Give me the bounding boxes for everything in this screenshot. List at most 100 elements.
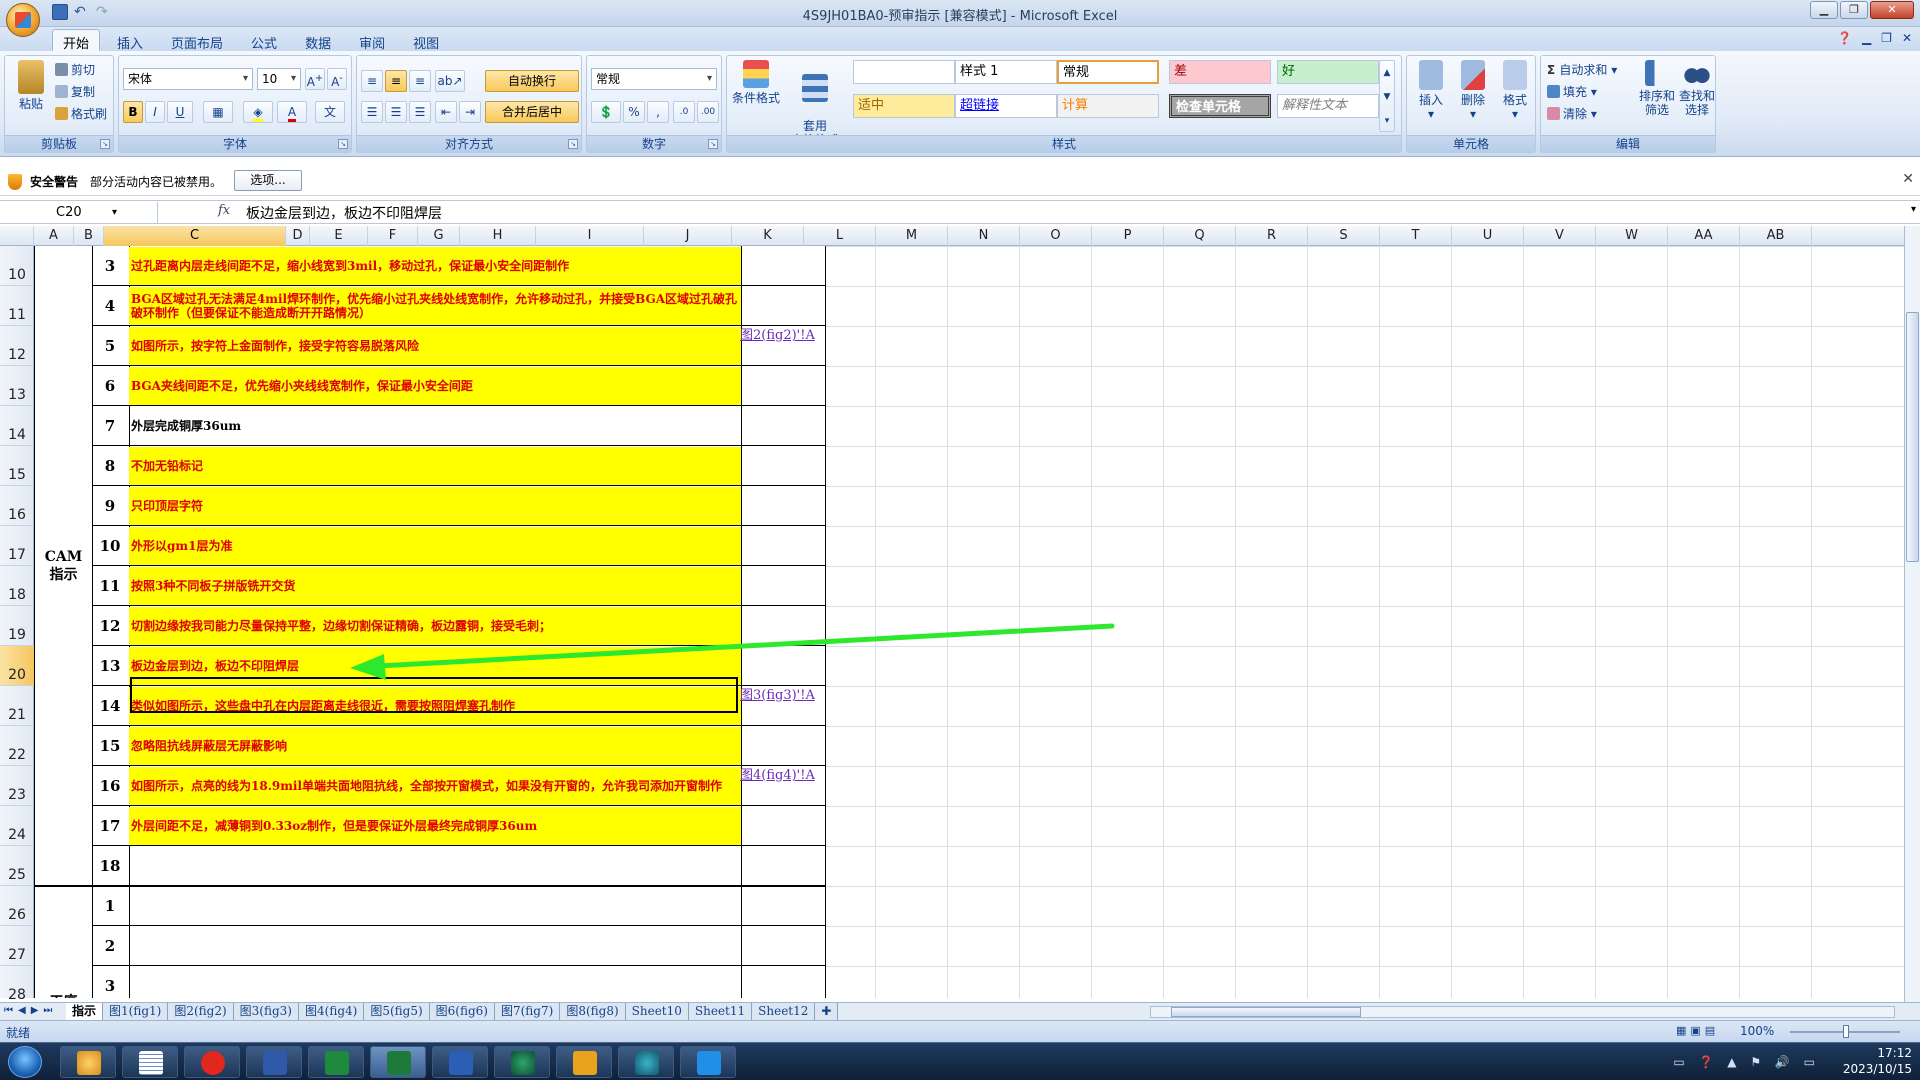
item-description[interactable]: 只印顶层字符 bbox=[129, 487, 741, 525]
column-header-B[interactable]: B bbox=[74, 226, 104, 246]
grow-font-button[interactable]: A+ bbox=[305, 68, 325, 90]
insert-sheet-icon[interactable]: ✚ bbox=[815, 1003, 839, 1020]
format-cells-button[interactable]: 格式 ▾ bbox=[1495, 60, 1535, 121]
sheet-tab-6[interactable]: 图6(fig6) bbox=[429, 1003, 495, 1020]
sheet-tab-11[interactable]: Sheet12 bbox=[752, 1003, 816, 1020]
row-header-11[interactable]: 11 bbox=[0, 286, 34, 326]
cell-style-5[interactable]: 适中 bbox=[853, 94, 955, 118]
sheet-tab-0[interactable]: 指示 bbox=[66, 1003, 104, 1020]
item-description[interactable]: 板边金层到边，板边不印阻焊层 bbox=[129, 647, 741, 685]
item-description[interactable]: 如图所示，按字符上金面制作，接受字符容易脱落风险 bbox=[129, 327, 741, 365]
column-header-T[interactable]: T bbox=[1380, 226, 1452, 246]
item-description[interactable]: 如图所示，点亮的线为18.9mil单端共面地阻抗线，全部按开窗模式，如果没有开窗… bbox=[129, 767, 741, 805]
fx-icon[interactable]: fx bbox=[218, 203, 230, 218]
column-header-AA[interactable]: AA bbox=[1668, 226, 1740, 246]
increase-decimal-button[interactable]: .0 bbox=[673, 101, 695, 123]
cell-style-2[interactable]: 常规 bbox=[1057, 60, 1159, 84]
align-left-button[interactable]: ☰ bbox=[361, 101, 383, 123]
row-header-14[interactable]: 14 bbox=[0, 406, 34, 446]
insert-cells-button[interactable]: 插入 ▾ bbox=[1411, 60, 1451, 121]
delete-cells-button[interactable]: 删除 ▾ bbox=[1453, 60, 1493, 121]
restore-button[interactable]: ❐ bbox=[1840, 1, 1868, 19]
border-button[interactable]: ▦ bbox=[203, 101, 233, 123]
close-icon[interactable]: ✕ bbox=[1902, 171, 1914, 187]
column-header-R[interactable]: R bbox=[1236, 226, 1308, 246]
alignment-launcher-icon[interactable]: ↘ bbox=[568, 139, 578, 149]
column-header-M[interactable]: M bbox=[876, 226, 948, 246]
item-description[interactable]: 不加无铅标记 bbox=[129, 447, 741, 485]
taskbar-word[interactable] bbox=[432, 1046, 488, 1078]
item-description[interactable]: 外层间距不足，减薄铜到0.33oz制作，但是要保证外层最终完成铜厚36um bbox=[129, 807, 741, 845]
format-painter-button[interactable]: 格式刷 bbox=[55, 104, 107, 124]
row-header-27[interactable]: 27 bbox=[0, 926, 34, 966]
column-header-H[interactable]: H bbox=[460, 226, 536, 246]
figure-hyperlink[interactable]: 图4(fig4)'!A bbox=[740, 767, 825, 805]
taskbar-app-11[interactable] bbox=[680, 1046, 736, 1078]
item-description[interactable]: 忽略阻抗线屏蔽层无屏蔽影响 bbox=[129, 727, 741, 765]
office-button[interactable] bbox=[6, 3, 40, 37]
sheet-tab-8[interactable]: 图8(fig8) bbox=[560, 1003, 626, 1020]
comma-button[interactable]: , bbox=[647, 101, 669, 123]
merge-center-button[interactable]: 合并后居中 bbox=[485, 101, 579, 123]
taskbar-app-8[interactable] bbox=[494, 1046, 550, 1078]
align-right-button[interactable]: ☰ bbox=[409, 101, 431, 123]
row-header-23[interactable]: 23 bbox=[0, 766, 34, 806]
underline-button[interactable]: U bbox=[167, 101, 193, 123]
orientation-button[interactable]: ab↗ bbox=[435, 70, 465, 92]
sheet-tab-7[interactable]: 图7(fig7) bbox=[494, 1003, 561, 1020]
column-header-O[interactable]: O bbox=[1020, 226, 1092, 246]
sheet-tab-5[interactable]: 图5(fig5) bbox=[364, 1003, 430, 1020]
clipboard-launcher-icon[interactable]: ↘ bbox=[100, 139, 110, 149]
sheet-tab-9[interactable]: Sheet10 bbox=[625, 1003, 689, 1020]
column-header-J[interactable]: J bbox=[644, 226, 732, 246]
column-header-Q[interactable]: Q bbox=[1164, 226, 1236, 246]
row-header-18[interactable]: 18 bbox=[0, 566, 34, 606]
cell-style-8[interactable]: 检查单元格 bbox=[1169, 94, 1271, 118]
view-mode-icons[interactable]: ▦▣▤ bbox=[1676, 1024, 1719, 1037]
cut-button[interactable]: 剪切 bbox=[55, 60, 95, 80]
cell-style-6[interactable]: 超链接 bbox=[955, 94, 1057, 118]
autosum-button[interactable]: Σ 自动求和 ▾ bbox=[1547, 60, 1617, 80]
row-header-26[interactable]: 26 bbox=[0, 886, 34, 926]
name-box[interactable]: C20 bbox=[0, 202, 158, 223]
format-as-table-button[interactable]: 套用 表格格式 bbox=[785, 60, 845, 147]
sheet-tab-4[interactable]: 图4(fig4) bbox=[299, 1003, 365, 1020]
font-color-button[interactable]: A bbox=[277, 101, 307, 123]
sheet-tab-2[interactable]: 图2(fig2) bbox=[168, 1003, 234, 1020]
column-header-U[interactable]: U bbox=[1452, 226, 1524, 246]
system-tray-icons[interactable]: ▭ ❓ ▲ ⚑ 🔊 ▭ bbox=[1673, 1055, 1820, 1069]
sheet-tab-3[interactable]: 图3(fig3) bbox=[233, 1003, 299, 1020]
clock[interactable]: 17:12 2023/10/15 bbox=[1843, 1045, 1912, 1077]
horizontal-scroll-thumb[interactable] bbox=[1171, 1007, 1361, 1017]
zoom-slider-knob[interactable] bbox=[1843, 1025, 1849, 1038]
row-header-10[interactable]: 10 bbox=[0, 246, 34, 286]
row-header-17[interactable]: 17 bbox=[0, 526, 34, 566]
taskbar-app-4[interactable] bbox=[246, 1046, 302, 1078]
ribbon-minimize-icon[interactable]: ▁ bbox=[1862, 31, 1871, 45]
bold-button[interactable]: B bbox=[123, 101, 143, 123]
column-header-E[interactable]: E bbox=[310, 226, 368, 246]
close-button[interactable]: ✕ bbox=[1870, 1, 1914, 19]
column-header-G[interactable]: G bbox=[418, 226, 460, 246]
cell-style-3[interactable]: 差 bbox=[1169, 60, 1271, 84]
column-header-AB[interactable]: AB bbox=[1740, 226, 1812, 246]
font-launcher-icon[interactable]: ↘ bbox=[338, 139, 348, 149]
decrease-indent-button[interactable]: ⇤ bbox=[435, 101, 457, 123]
item-description[interactable]: 过孔距离内层走线间距不足，缩小线宽到3mil，移动过孔，保证最小安全间距制作 bbox=[129, 247, 741, 285]
help-icon[interactable]: ❓ bbox=[1837, 31, 1852, 45]
align-middle-button[interactable]: ≡ bbox=[385, 70, 407, 92]
column-header-W[interactable]: W bbox=[1596, 226, 1668, 246]
ribbon-restore-icon[interactable]: ❐ bbox=[1881, 31, 1892, 45]
expand-formula-icon[interactable]: ▾ bbox=[1911, 204, 1916, 215]
align-top-button[interactable]: ≡ bbox=[361, 70, 383, 92]
cell-style-4[interactable]: 好 bbox=[1277, 60, 1379, 84]
column-header-L[interactable]: L bbox=[804, 226, 876, 246]
item-description[interactable]: BGA夹线间距不足，优先缩小夹线线宽制作，保证最小安全间距 bbox=[129, 367, 741, 405]
taskbar-excel[interactable] bbox=[370, 1046, 426, 1078]
item-description[interactable]: BGA区域过孔无法满足4mil焊环制作，优先缩小过孔夹线处线宽制作，允许移动过孔… bbox=[129, 287, 741, 325]
taskbar-app-9[interactable] bbox=[556, 1046, 612, 1078]
column-header-D[interactable]: D bbox=[286, 226, 310, 246]
align-bottom-button[interactable]: ≡ bbox=[409, 70, 431, 92]
increase-indent-button[interactable]: ⇥ bbox=[459, 101, 481, 123]
clear-button[interactable]: 清除 ▾ bbox=[1547, 104, 1597, 124]
